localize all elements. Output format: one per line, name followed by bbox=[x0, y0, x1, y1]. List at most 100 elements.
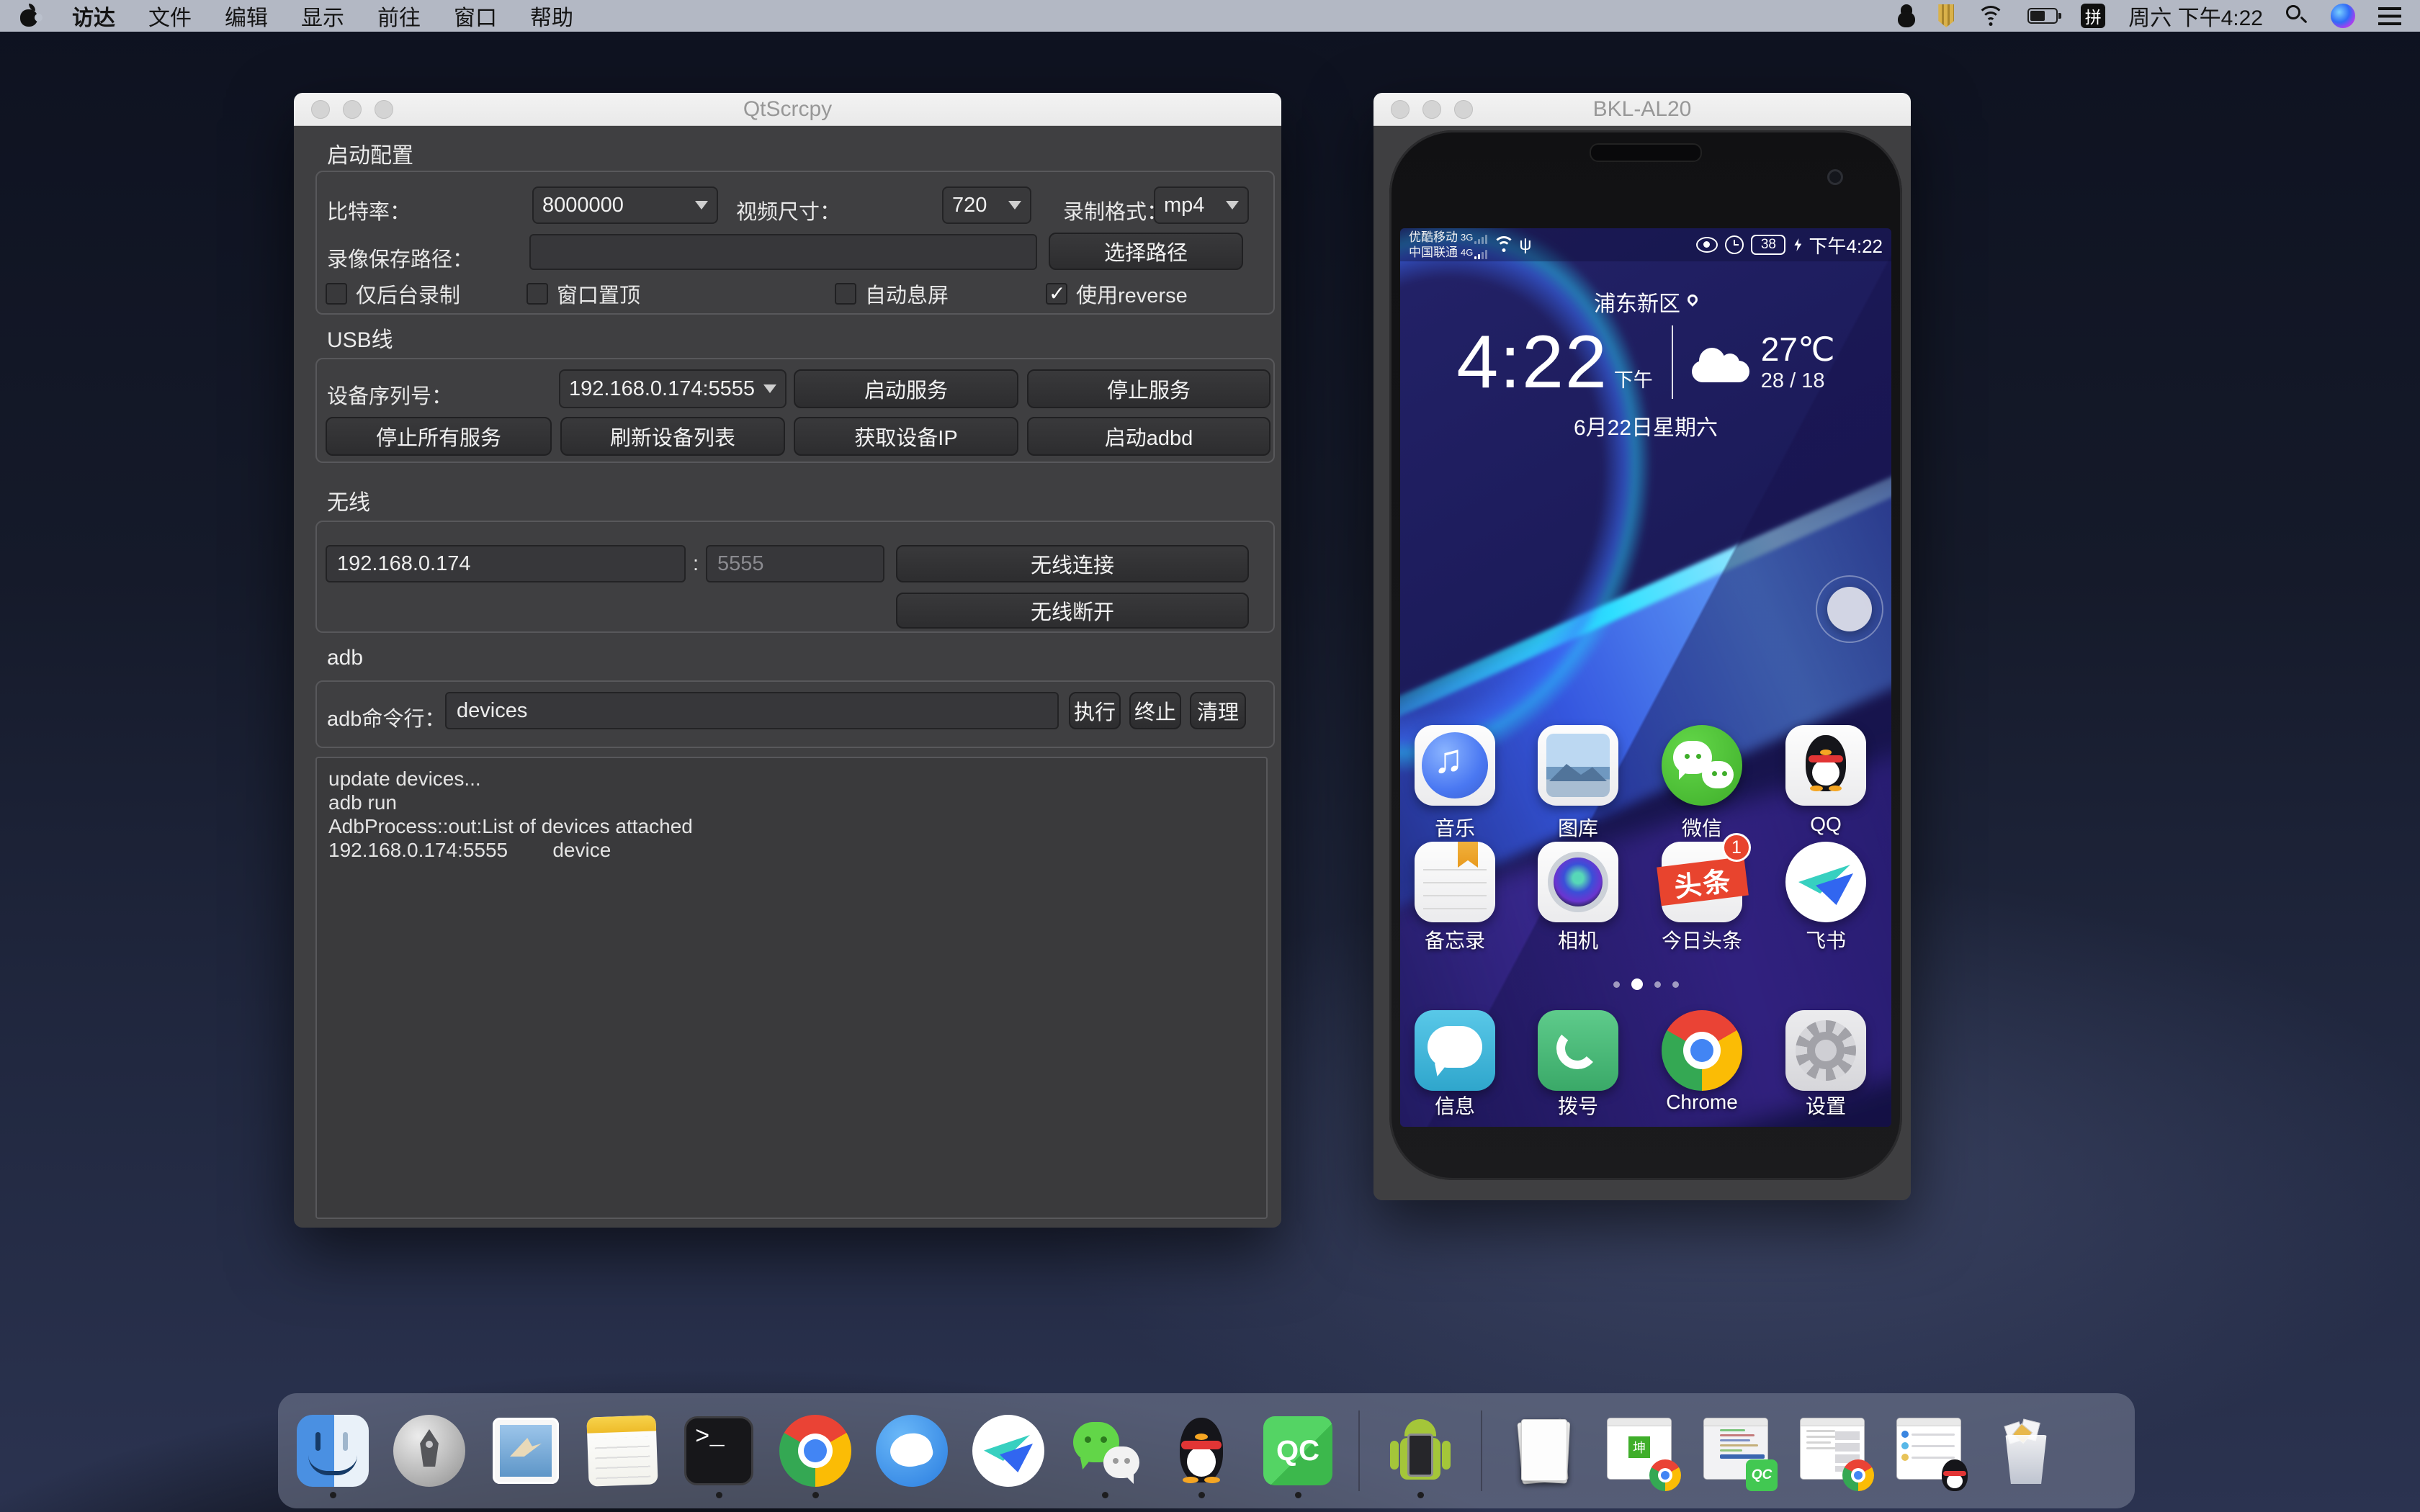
get-device-ip-button[interactable]: 获取设备IP bbox=[794, 417, 1018, 456]
dock-item-notes[interactable] bbox=[586, 1415, 658, 1487]
record-path-input[interactable] bbox=[529, 234, 1037, 270]
stop-all-services-button[interactable]: 停止所有服务 bbox=[326, 417, 552, 456]
dock-item-minimized-chrome-window-2[interactable] bbox=[1796, 1415, 1868, 1487]
weather-block[interactable]: 27℃ 28 / 18 bbox=[1692, 332, 1835, 393]
start-adbd-button[interactable]: 启动adbd bbox=[1027, 417, 1270, 456]
app-icon-messages[interactable] bbox=[1415, 1010, 1495, 1091]
device-serial-combobox[interactable]: 192.168.0.174:5555 bbox=[559, 369, 786, 408]
app-icon-feishu[interactable] bbox=[1785, 842, 1866, 922]
qtscrcpy-titlebar[interactable]: QtScrcpy bbox=[294, 93, 1281, 126]
bitrate-combobox[interactable]: 8000000 bbox=[532, 186, 718, 224]
trash-can bbox=[2004, 1435, 2048, 1484]
checkbox-background-record[interactable]: 仅后台录制 bbox=[326, 279, 460, 309]
menu-bar-clock[interactable]: 周六 下午4:22 bbox=[2128, 0, 2263, 32]
dock-item-scrcpy-android[interactable] bbox=[1384, 1415, 1456, 1487]
app-icon-music[interactable]: ♫ bbox=[1415, 725, 1495, 806]
stop-service-button[interactable]: 停止服务 bbox=[1027, 369, 1270, 408]
clock-widget[interactable]: 浦东新区 4:22 下午 27℃ 28 / 1 bbox=[1400, 286, 1891, 441]
app-icon-wechat[interactable] bbox=[1662, 725, 1742, 806]
assistive-touch-ball[interactable] bbox=[1827, 587, 1872, 631]
checkbox-box[interactable] bbox=[835, 283, 856, 305]
wifi-icon[interactable] bbox=[1977, 6, 2004, 26]
dock-item-trash[interactable] bbox=[1989, 1415, 2061, 1487]
phone-screen[interactable]: 优酷移动 3G 中国联通 4G ψ bbox=[1400, 228, 1891, 1127]
dock-item-finder[interactable] bbox=[297, 1415, 369, 1487]
menu-item-go[interactable]: 前往 bbox=[377, 0, 421, 32]
refresh-device-list-button[interactable]: 刷新设备列表 bbox=[560, 417, 785, 456]
dock-item-seal-app[interactable] bbox=[876, 1415, 948, 1487]
dock-item-documents-stack[interactable] bbox=[1507, 1415, 1579, 1487]
app-icon-camera[interactable] bbox=[1538, 842, 1618, 922]
adb-console-output[interactable]: update devices... adb run AdbProcess::ou… bbox=[315, 757, 1268, 1219]
wireless-disconnect-button[interactable]: 无线断开 bbox=[896, 593, 1249, 629]
dock-item-minimized-qtcreator-window[interactable]: QC bbox=[1700, 1415, 1772, 1487]
minimize-button[interactable] bbox=[1422, 100, 1441, 119]
dock-item-mail[interactable] bbox=[490, 1415, 562, 1487]
carrier-name: 中国联通 bbox=[1409, 246, 1458, 259]
close-button[interactable] bbox=[311, 100, 330, 119]
checkbox-use-reverse[interactable]: 使用reverse bbox=[1046, 279, 1188, 309]
page-dot-active[interactable] bbox=[1631, 978, 1643, 990]
menu-item-file[interactable]: 文件 bbox=[148, 0, 192, 32]
choose-path-button[interactable]: 选择路径 bbox=[1049, 233, 1243, 270]
menu-item-edit[interactable]: 编辑 bbox=[225, 0, 268, 32]
checkbox-window-on-top[interactable]: 窗口置顶 bbox=[526, 279, 640, 309]
app-icon-dialer[interactable] bbox=[1538, 1010, 1618, 1091]
adb-command-input[interactable] bbox=[445, 692, 1059, 729]
page-dot[interactable] bbox=[1654, 981, 1661, 988]
zoom-button[interactable] bbox=[375, 100, 393, 119]
checkbox-box[interactable] bbox=[1046, 283, 1067, 305]
siri-icon[interactable] bbox=[2331, 4, 2355, 28]
battery-icon[interactable] bbox=[2027, 8, 2058, 24]
seal-app-icon bbox=[876, 1415, 948, 1487]
apple-menu-icon[interactable] bbox=[19, 4, 39, 27]
wireless-ip-input[interactable] bbox=[326, 545, 686, 582]
dock-item-feishu[interactable] bbox=[972, 1415, 1044, 1487]
dock-item-launchpad[interactable] bbox=[393, 1415, 465, 1487]
page-indicator[interactable] bbox=[1400, 978, 1891, 990]
app-icon-toutiao[interactable]: 头条 1 bbox=[1662, 842, 1742, 922]
thumbnail-content: 坤 bbox=[1628, 1436, 1650, 1458]
adb-run-button[interactable]: 执行 bbox=[1069, 692, 1121, 729]
zoom-button[interactable] bbox=[1454, 100, 1473, 119]
phone-titlebar[interactable]: BKL-AL20 bbox=[1373, 93, 1911, 126]
dock-item-minimized-chrome-window[interactable]: 坤 bbox=[1603, 1415, 1675, 1487]
record-format-combobox[interactable]: mp4 bbox=[1154, 186, 1249, 224]
start-service-button[interactable]: 启动服务 bbox=[794, 369, 1018, 408]
checkbox-box[interactable] bbox=[526, 283, 548, 305]
dock-item-minimized-qq-window[interactable] bbox=[1893, 1415, 1965, 1487]
page-dot[interactable] bbox=[1613, 981, 1620, 988]
dock-item-chrome[interactable] bbox=[779, 1415, 851, 1487]
gold-shield-icon[interactable] bbox=[1938, 4, 1954, 27]
video-size-combobox[interactable]: 720 bbox=[942, 186, 1031, 224]
notification-center-icon[interactable] bbox=[2378, 7, 2401, 25]
clock-time: 4:22 bbox=[1456, 325, 1608, 400]
app-label: 飞书 bbox=[1765, 925, 1887, 954]
dock-item-qtcreator[interactable]: QC bbox=[1262, 1415, 1334, 1487]
clock-divider bbox=[1672, 325, 1673, 399]
menu-item-view[interactable]: 显示 bbox=[301, 0, 344, 32]
dock-item-wechat[interactable] bbox=[1069, 1415, 1141, 1487]
menu-item-window[interactable]: 窗口 bbox=[454, 0, 497, 32]
qq-status-icon[interactable] bbox=[1898, 4, 1915, 27]
wireless-port-input[interactable] bbox=[706, 545, 884, 582]
app-icon-settings[interactable] bbox=[1785, 1010, 1866, 1091]
app-icon-notes[interactable] bbox=[1415, 842, 1495, 922]
close-button[interactable] bbox=[1391, 100, 1410, 119]
spotlight-search-icon[interactable] bbox=[2286, 5, 2308, 27]
menu-item-help[interactable]: 帮助 bbox=[530, 0, 573, 32]
adb-kill-button[interactable]: 终止 bbox=[1129, 692, 1181, 729]
app-icon-chrome[interactable] bbox=[1662, 1010, 1742, 1091]
input-method-icon[interactable]: 拼 bbox=[2081, 4, 2105, 28]
dock-item-qq[interactable] bbox=[1165, 1415, 1237, 1487]
checkbox-auto-screen-off[interactable]: 自动息屏 bbox=[835, 279, 949, 309]
checkbox-box[interactable] bbox=[326, 283, 347, 305]
page-dot[interactable] bbox=[1672, 981, 1679, 988]
app-icon-gallery[interactable] bbox=[1538, 725, 1618, 806]
app-icon-qq[interactable] bbox=[1785, 725, 1866, 806]
adb-clear-button[interactable]: 清理 bbox=[1190, 692, 1246, 729]
wireless-connect-button[interactable]: 无线连接 bbox=[896, 545, 1249, 582]
dock-item-terminal[interactable]: >_ bbox=[683, 1415, 755, 1487]
menu-item-finder[interactable]: 访达 bbox=[72, 0, 115, 32]
minimize-button[interactable] bbox=[343, 100, 362, 119]
